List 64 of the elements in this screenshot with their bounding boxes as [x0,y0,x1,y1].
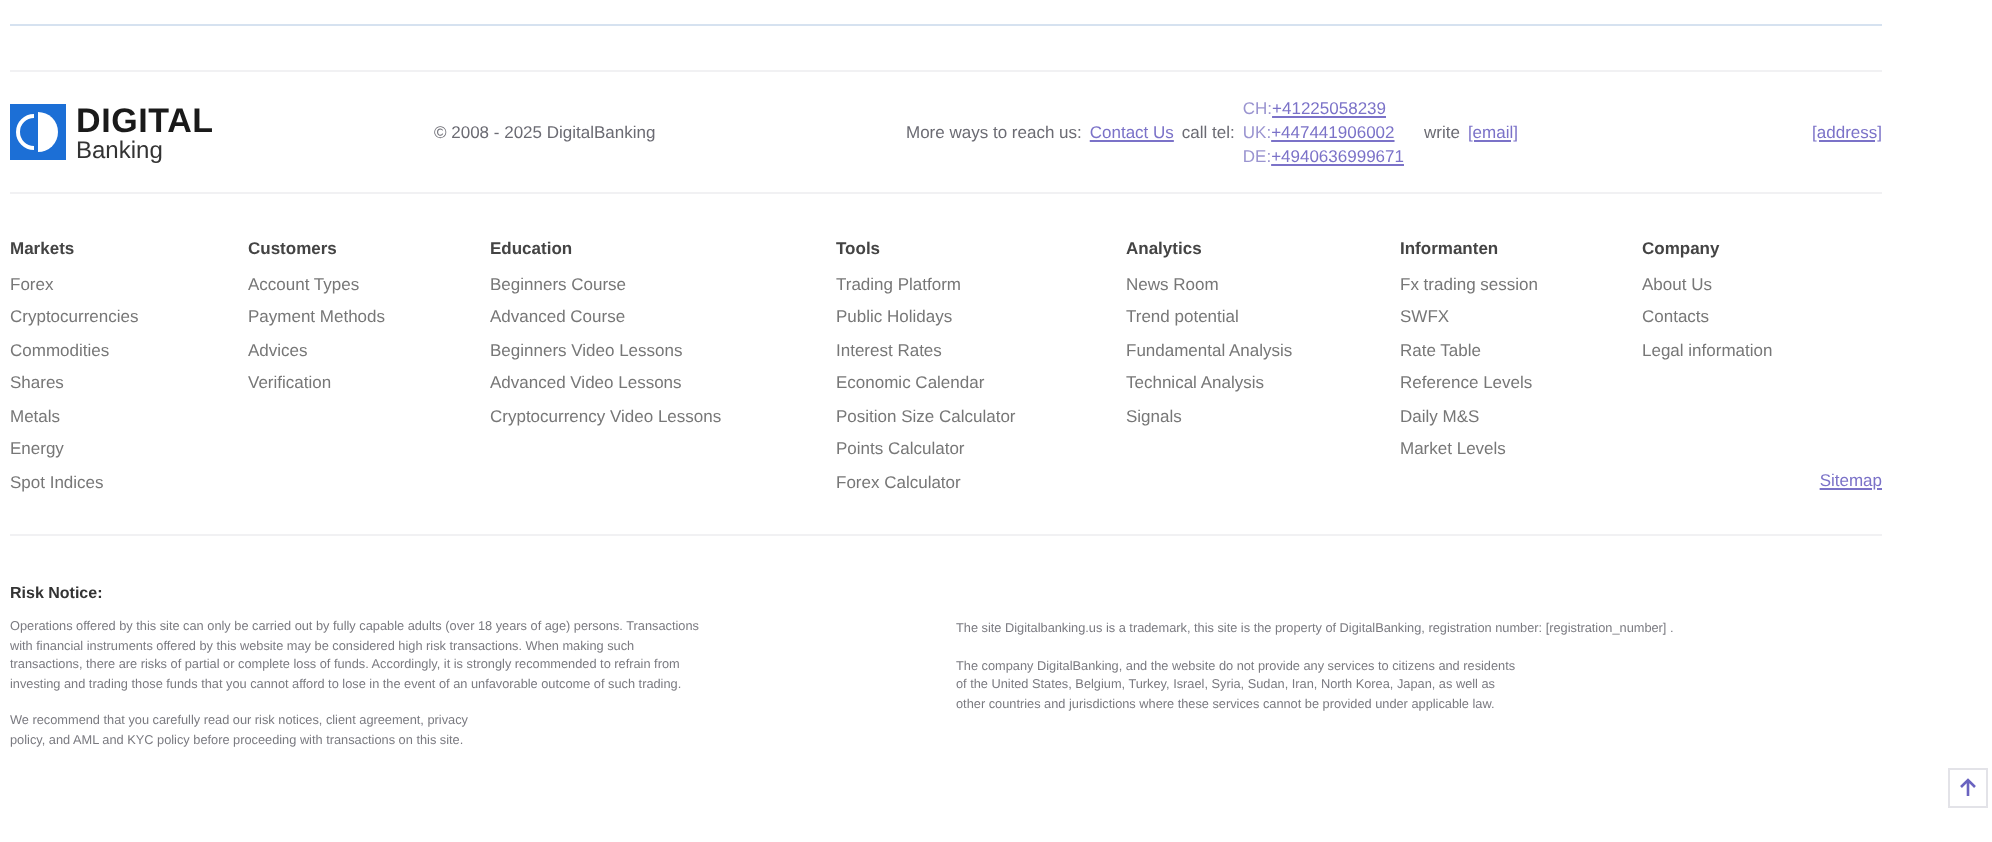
footer-link[interactable]: Interest Rates [836,339,1126,359]
phone-link[interactable]: +447441906002 [1271,122,1395,142]
write-label: write [1423,122,1460,142]
footer-link[interactable]: Points Calculator [836,438,1126,458]
footer-link[interactable]: Forex [10,273,248,293]
footer-link[interactable]: SWFX [1400,306,1642,326]
footer-link[interactable]: Advanced Video Lessons [490,372,836,392]
column-heading: Informanten [1400,238,1501,258]
footer-link[interactable]: Beginners Video Lessons [490,339,836,359]
address-link[interactable]: [address] [1812,122,1882,142]
risk-notice-title: Risk Notice: [10,584,105,602]
footer-link[interactable]: Technical Analysis [1126,372,1400,392]
country-code: CH: [1242,98,1273,118]
footer-link[interactable]: Commodities [10,339,248,359]
country-code: UK: [1242,122,1272,142]
column-heading: Customers [248,238,339,258]
phone-link[interactable]: +4940636999671 [1271,146,1404,166]
column-heading: Tools [836,238,883,258]
sitemap-link[interactable]: Sitemap [1819,470,1882,490]
footer-link[interactable]: Contacts [1642,306,1882,326]
footer-link[interactable]: Advanced Course [490,306,836,326]
footer-link[interactable]: Metals [10,405,248,425]
logo-icon [10,104,66,160]
footer-link[interactable]: Daily M&S [1400,405,1642,425]
footer-link[interactable]: Fx trading session [1400,273,1642,293]
footer-link[interactable]: Payment Methods [248,306,490,326]
footer-link[interactable]: About Us [1642,273,1882,293]
column-heading: Analytics [1126,238,1204,258]
phone-link[interactable]: +41225058239 [1272,98,1386,118]
column-heading: Education [490,238,575,258]
call-label: call tel: [1181,122,1235,142]
arrow-up-icon [1958,778,1978,798]
footer-link[interactable]: Public Holidays [836,306,1126,326]
brand-subtitle: Banking [76,137,165,161]
footer-link[interactable]: Cryptocurrencies [10,306,248,326]
footer-link[interactable]: Reference Levels [1400,372,1642,392]
footer-link[interactable]: Fundamental Analysis [1126,339,1400,359]
footer-link[interactable]: Cryptocurrency Video Lessons [490,405,836,425]
footer-link[interactable]: Beginners Course [490,273,836,293]
footer-link[interactable]: Trading Platform [836,273,1126,293]
footer-link[interactable]: News Room [1126,273,1400,293]
brand-name: DIGITAL [76,103,214,137]
footer-link[interactable]: Position Size Calculator [836,405,1126,425]
country-code: DE: [1242,146,1272,166]
footer-link[interactable]: Rate Table [1400,339,1642,359]
contact-link[interactable]: Contact Us [1089,122,1174,142]
contact-intro: More ways to reach us: [906,122,1082,142]
footer-link[interactable]: Legal information [1642,339,1882,359]
footer-link[interactable]: Account Types [248,273,490,293]
footer-link[interactable]: Verification [248,372,490,392]
footer-link[interactable]: Signals [1126,405,1400,425]
copyright-text: © 2008 - 2025 DigitalBanking [434,122,658,142]
footer-link[interactable]: Market Levels [1400,438,1642,458]
column-heading: Company [1642,238,1722,258]
footer-link[interactable]: Shares [10,372,248,392]
footer-link[interactable]: Economic Calendar [836,372,1126,392]
column-heading: Markets [10,238,77,258]
footer-link[interactable]: Advices [248,339,490,359]
back-to-top-button[interactable] [1948,768,1988,808]
email-link[interactable]: [email] [1467,122,1518,142]
footer-link[interactable]: Energy [10,438,248,458]
footer-link[interactable]: Spot Indices [10,471,248,491]
footer-link[interactable]: Trend potential [1126,306,1400,326]
footer-link[interactable]: Forex Calculator [836,471,1126,491]
